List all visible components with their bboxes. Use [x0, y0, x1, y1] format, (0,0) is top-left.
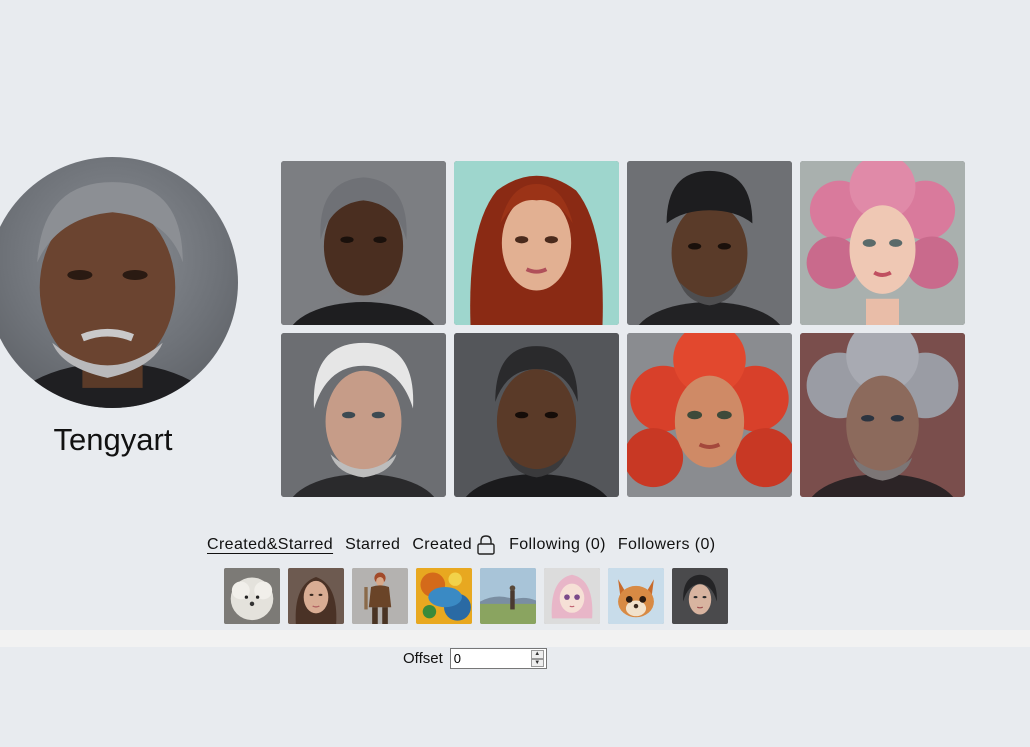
lock-icon[interactable] — [475, 534, 497, 556]
offset-label: Offset — [403, 650, 443, 667]
thumbnail[interactable] — [224, 568, 280, 624]
thumbnail-image — [480, 568, 536, 624]
thumbnail-image — [608, 568, 664, 624]
thumbnail[interactable] — [672, 568, 728, 624]
tab-created[interactable]: Created — [412, 536, 472, 554]
portrait-tile[interactable] — [800, 161, 965, 325]
portrait-image — [627, 161, 792, 325]
thumbnail-image — [672, 568, 728, 624]
offset-control: Offset ▲ ▼ — [403, 648, 547, 669]
offset-input[interactable] — [450, 650, 531, 667]
thumbnail[interactable] — [480, 568, 536, 624]
thumbnail[interactable] — [544, 568, 600, 624]
portrait-image — [281, 333, 446, 497]
tab-starred[interactable]: Starred — [345, 536, 400, 554]
offset-field: ▲ ▼ — [449, 648, 547, 669]
offset-stepper: ▲ ▼ — [530, 650, 544, 667]
portrait-image — [800, 333, 965, 497]
tab-created-starred[interactable]: Created&Starred — [207, 536, 333, 554]
thumbnail[interactable] — [608, 568, 664, 624]
thumbnail[interactable] — [352, 568, 408, 624]
portrait-tile[interactable] — [454, 333, 619, 497]
portrait-image — [281, 161, 446, 325]
portrait-image — [627, 333, 792, 497]
portrait-grid — [281, 161, 965, 497]
portrait-image — [454, 161, 619, 325]
tab-followers[interactable]: Followers (0) — [618, 536, 716, 554]
portrait-tile[interactable] — [281, 161, 446, 325]
portrait-tile[interactable] — [281, 333, 446, 497]
portrait-tile[interactable] — [627, 161, 792, 325]
stepper-up-icon[interactable]: ▲ — [530, 650, 544, 659]
thumbnail-image — [544, 568, 600, 624]
portrait-image — [454, 333, 619, 497]
avatar-portrait-image — [5, 182, 220, 408]
profile-page: Tengyart Created&Starred Starred Created… — [0, 0, 1030, 747]
thumbnail-image — [416, 568, 472, 624]
thumbnail[interactable] — [288, 568, 344, 624]
portrait-tile[interactable] — [627, 333, 792, 497]
portrait-image — [800, 161, 965, 325]
stepper-down-icon[interactable]: ▼ — [530, 658, 544, 667]
thumbnail-strip — [224, 568, 728, 624]
profile-tabs: Created&Starred Starred Created Followin… — [207, 534, 728, 556]
thumbnail-image — [224, 568, 280, 624]
username: Tengyart — [53, 422, 173, 457]
portrait-tile[interactable] — [454, 161, 619, 325]
divider-band — [0, 630, 1030, 647]
portrait-tile[interactable] — [800, 333, 965, 497]
thumbnail-image — [352, 568, 408, 624]
thumbnail[interactable] — [416, 568, 472, 624]
tab-following[interactable]: Following (0) — [509, 536, 606, 554]
thumbnail-image — [288, 568, 344, 624]
avatar — [0, 157, 238, 408]
